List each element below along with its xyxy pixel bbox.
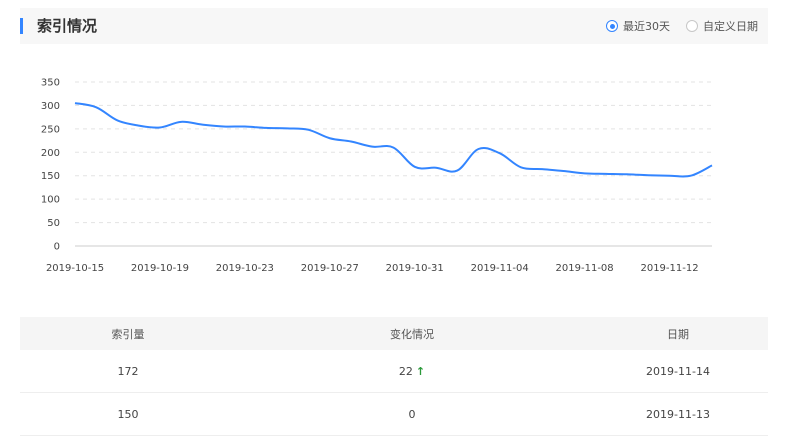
radio-checked-icon[interactable] (606, 20, 618, 32)
section-header: 索引情况 最近30天 自定义日期 (20, 8, 768, 44)
title-accent-bar (20, 18, 23, 34)
y-tick-label: 250 (41, 124, 60, 135)
x-tick-label: 2019-10-15 (46, 263, 104, 274)
column-header-date: 日期 (667, 327, 689, 341)
change-value: 0 (408, 407, 416, 421)
index-table: 索引量 变化情况 日期 172 22 ↑ 2019-11-14 150 0 201… (20, 317, 768, 436)
x-tick-label: 2019-11-04 (471, 263, 529, 274)
y-tick-label: 300 (41, 101, 60, 112)
series-line (74, 102, 713, 178)
radio-label-last-30-days: 最近30天 (623, 20, 670, 33)
x-tick-label: 2019-10-31 (386, 263, 444, 274)
cell-count: 150 (117, 407, 139, 421)
table-row: 150 0 2019-11-13 (20, 393, 768, 436)
date-range-selector: 最近30天 自定义日期 (606, 8, 758, 44)
y-tick-label: 350 (41, 78, 60, 89)
x-tick-label: 2019-11-12 (640, 263, 698, 274)
table-row: 172 22 ↑ 2019-11-14 (20, 350, 768, 393)
cell-change: 0 (236, 393, 588, 435)
x-tick-label: 2019-10-27 (301, 263, 359, 274)
cell-count: 172 (117, 364, 139, 378)
y-tick-label: 0 (54, 242, 60, 253)
y-tick-label: 100 (41, 195, 60, 206)
section-title: 索引情况 (37, 17, 98, 35)
cell-date: 2019-11-14 (646, 364, 710, 378)
chart-svg: 0 50 100 150 200 250 300 350 2019-10-15 2019-10-1… (41, 78, 713, 274)
column-header-count: 索引量 (111, 327, 145, 341)
x-tick-label: 2019-10-19 (131, 263, 189, 274)
column-header-change: 变化情况 (390, 327, 434, 341)
y-tick-label: 200 (41, 148, 60, 159)
x-tick-label: 2019-11-08 (556, 263, 614, 274)
radio-label-custom-date: 自定义日期 (703, 20, 758, 33)
x-tick-label: 2019-10-23 (216, 263, 274, 274)
cell-date: 2019-11-13 (646, 407, 710, 421)
y-tick-label: 150 (41, 171, 60, 182)
radio-custom-date[interactable]: 自定义日期 (686, 18, 758, 34)
table-header-row: 索引量 变化情况 日期 (20, 317, 768, 350)
change-value: 22 (398, 364, 413, 378)
radio-last-30-days[interactable]: 最近30天 (606, 18, 670, 34)
radio-unchecked-icon[interactable] (686, 20, 698, 32)
cell-change: 22 ↑ (236, 350, 588, 392)
up-arrow-icon: ↑ (415, 364, 426, 378)
index-line-chart: 0 50 100 150 200 250 300 350 2019-10-15 2019-10-1… (0, 60, 800, 285)
y-tick-label: 50 (47, 218, 60, 229)
